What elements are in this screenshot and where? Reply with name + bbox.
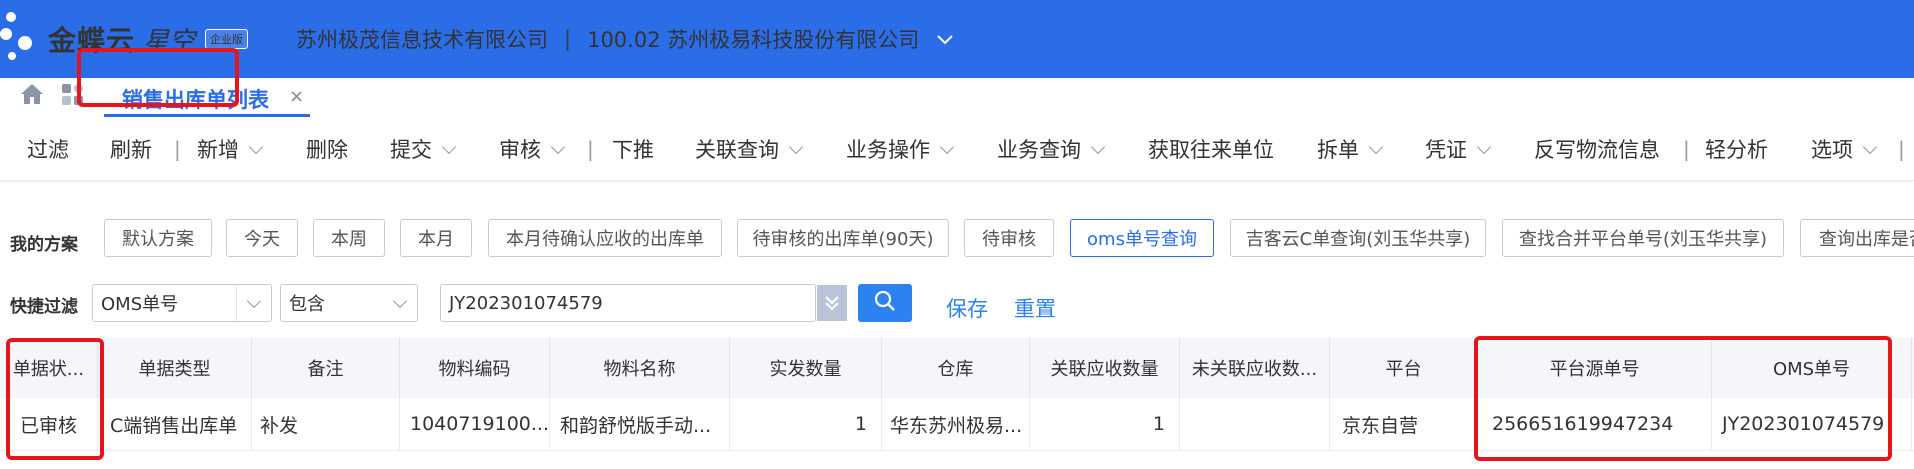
toolbar-delete[interactable]: 删除 [306,134,348,164]
chevron-down-icon[interactable] [383,285,417,321]
toolbar-separator: | [1898,137,1905,161]
cell-qty[interactable]: 1 [730,398,882,450]
toolbar-related-query-label: 关联查询 [695,138,779,162]
scheme-jackyun-query[interactable]: 吉客云C单查询(刘玉华共享) [1230,219,1486,257]
toolbar-audit[interactable]: 审核 [499,134,566,164]
org-switcher[interactable]: 苏州极茂信息技术有限公司 | 100.02 苏州极易科技股份有限公司 [296,0,953,78]
quick-filter-label: 快捷过滤 [10,297,78,317]
cell-unlinked-ar-qty[interactable] [1180,398,1330,450]
chevron-down-icon[interactable] [236,285,271,321]
filter-field-select[interactable]: OMS单号 [92,284,272,322]
chevron-down-icon [1862,139,1878,155]
filter-field-value: OMS单号 [101,294,179,315]
toolbar-submit-label: 提交 [390,138,432,162]
col-header-remark[interactable]: 备注 [252,338,400,398]
reset-filter-link[interactable]: 重置 [1014,293,1056,323]
close-icon[interactable]: × [289,86,304,107]
cell-material-name[interactable]: 和韵舒悦版手动... [550,398,730,450]
cell-material-code[interactable]: 1040719100... [400,398,550,450]
scheme-pending-audit[interactable]: 待审核 [964,219,1054,257]
toolbar-light-analysis[interactable]: 轻分析 [1705,134,1768,164]
scheme-default[interactable]: 默认方案 [104,219,212,257]
chevron-down-icon[interactable] [937,29,953,50]
filter-value-input[interactable]: JY202301074579 [440,284,816,322]
toolbar-submit[interactable]: 提交 [390,134,457,164]
search-button[interactable] [858,284,912,322]
toolbar-audit-label: 审核 [499,138,541,162]
save-filter-link[interactable]: 保存 [946,293,988,323]
toolbar-separator: | [174,137,181,161]
toolbar-separator: | [587,137,594,161]
double-chevron-down-icon[interactable] [817,285,847,321]
highlight-box-status [6,338,104,460]
chevron-down-icon [550,139,566,155]
toolbar-business-query[interactable]: 业务查询 [997,134,1106,164]
chevron-down-icon [1090,139,1106,155]
scheme-today[interactable]: 今天 [226,219,298,257]
col-header-linked-ar-qty[interactable]: 关联应收数量 [1030,338,1180,398]
scheme-pending-ar[interactable]: 本月待确认应收的出库单 [488,219,722,257]
col-header-material-name[interactable]: 物料名称 [550,338,730,398]
chevron-down-icon [788,139,804,155]
top-header-bar [0,0,1914,78]
scheme-pending-audit-90[interactable]: 待审核的出库单(90天) [737,219,949,257]
col-header-qty[interactable]: 实发数量 [730,338,882,398]
filter-operator-value: 包含 [289,294,325,315]
edition-badge: 企业版 [205,29,249,49]
toolbar-writeback-logistics[interactable]: 反写物流信息 [1534,134,1660,164]
highlight-box-platform-oms [1474,336,1892,461]
toolbar-new-label: 新增 [197,138,239,162]
toolbar-split-label: 拆单 [1317,138,1359,162]
toolbar-filter[interactable]: 过滤 [27,134,69,164]
highlight-box-tab [77,48,239,107]
scheme-oms-query[interactable]: oms单号查询 [1070,219,1214,257]
cell-warehouse[interactable]: 华东苏州极易... [882,398,1030,450]
toolbar-voucher-label: 凭证 [1425,138,1467,162]
col-header-warehouse[interactable]: 仓库 [882,338,1030,398]
header-separator: | [564,27,572,51]
scheme-this-week[interactable]: 本周 [313,219,385,257]
toolbar-new[interactable]: 新增 [197,134,264,164]
scheme-label: 我的方案 [10,235,78,255]
toolbar-options-label: 选项 [1811,138,1853,162]
search-icon [874,290,896,316]
col-header-platform[interactable]: 平台 [1330,338,1478,398]
col-header-doc-type[interactable]: 单据类型 [98,338,252,398]
toolbar-push-down[interactable]: 下推 [612,134,654,164]
cell-doc-type[interactable]: C端销售出库单 [98,398,252,450]
home-icon[interactable] [20,83,44,109]
cell-remark[interactable]: 补发 [252,398,400,450]
org-name: 100.02 苏州极易科技股份有限公司 [587,28,920,52]
toolbar-business-ops-label: 业务操作 [846,138,930,162]
toolbar-business-query-label: 业务查询 [997,138,1081,162]
logo-dots-icon [0,0,48,78]
toolbar-business-ops[interactable]: 业务操作 [846,134,955,164]
toolbar-split[interactable]: 拆单 [1317,134,1384,164]
chevron-down-icon [1368,139,1384,155]
filter-operator-select[interactable]: 包含 [280,284,418,322]
col-header-material-code[interactable]: 物料编码 [400,338,550,398]
toolbar-related-query[interactable]: 关联查询 [695,134,804,164]
col-header-unlinked-ar-qty[interactable]: 未关联应收数... [1180,338,1330,398]
toolbar-separator: | [1683,137,1690,161]
company-name: 苏州极茂信息技术有限公司 [296,28,548,52]
scheme-merge-platform[interactable]: 查找合并平台单号(刘玉华共享) [1502,219,1784,257]
scheme-outbound-check[interactable]: 查询出库是否 [1800,219,1914,257]
toolbar-get-partner[interactable]: 获取往来单位 [1148,134,1274,164]
chevron-down-icon [939,139,955,155]
cell-linked-ar-qty[interactable]: 1 [1030,398,1180,450]
cell-platform[interactable]: 京东自营 [1330,398,1478,450]
toolbar-voucher[interactable]: 凭证 [1425,134,1492,164]
toolbar-refresh[interactable]: 刷新 [110,134,152,164]
toolbar-options[interactable]: 选项 [1811,134,1878,164]
scheme-this-month[interactable]: 本月 [400,219,472,257]
chevron-down-icon [1476,139,1492,155]
chevron-down-icon [248,139,264,155]
chevron-down-icon [441,139,457,155]
